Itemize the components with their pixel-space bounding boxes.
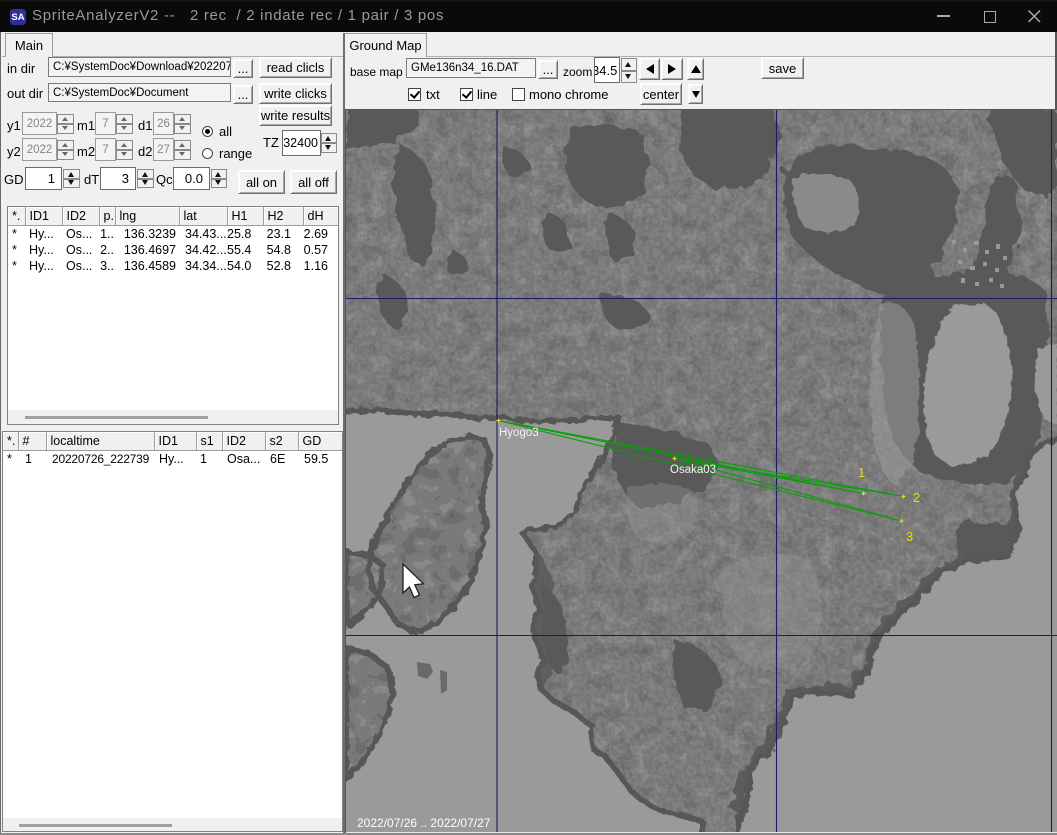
svg-text:Hyogo3: Hyogo3	[499, 427, 539, 439]
svg-text:Osaka03: Osaka03	[670, 464, 716, 476]
svg-text:2: 2	[913, 490, 920, 505]
svg-text:2022/07/26 .. 2022/07/27: 2022/07/26 .. 2022/07/27	[357, 816, 491, 830]
svg-text:3: 3	[906, 529, 913, 544]
svg-text:1: 1	[858, 465, 865, 480]
